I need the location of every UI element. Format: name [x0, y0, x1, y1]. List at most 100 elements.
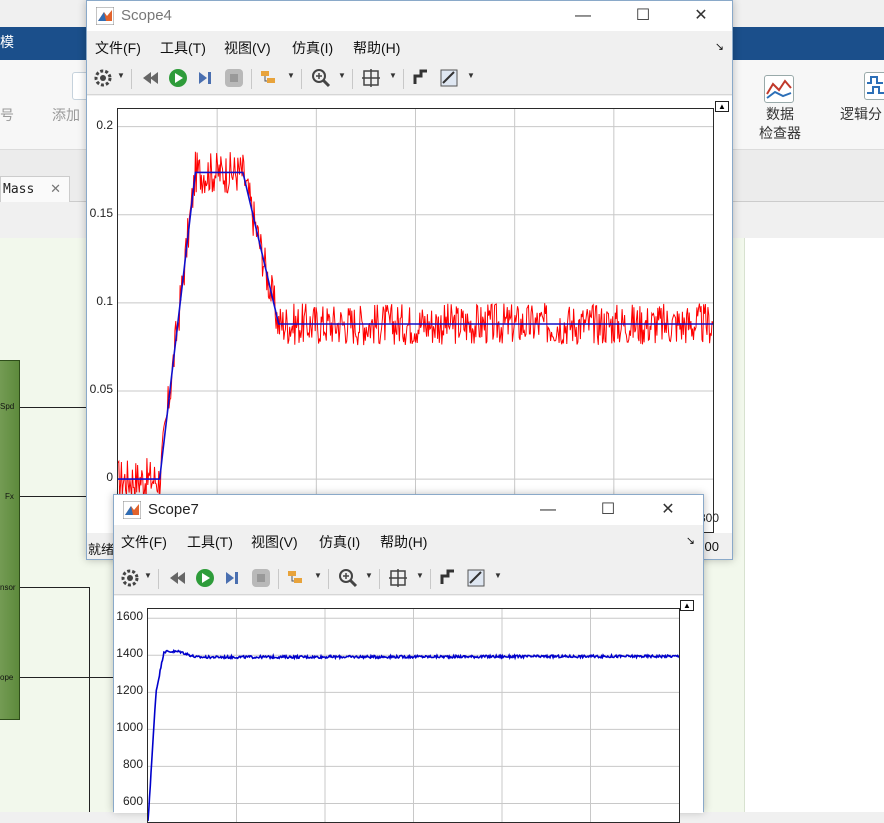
chevron-down-icon[interactable]: ▼: [389, 71, 397, 80]
y-tick-label: 600: [122, 794, 143, 809]
y-tick-label: 800: [122, 757, 143, 772]
data-inspector-button[interactable]: 数据 检查器: [752, 105, 808, 143]
chevron-down-icon[interactable]: ▼: [365, 571, 373, 580]
port-label-spd: Spd: [0, 402, 15, 411]
menu-view[interactable]: 视图(V): [224, 38, 271, 58]
fit-to-view-icon[interactable]: [388, 568, 408, 588]
stop-icon[interactable]: [224, 68, 244, 88]
cursor-measure-icon[interactable]: [411, 68, 431, 88]
cursor-measure-icon[interactable]: [438, 568, 458, 588]
dock-icon[interactable]: ↘: [686, 534, 695, 547]
fit-to-view-icon[interactable]: [361, 68, 381, 88]
y-tick-label: 1600: [116, 609, 143, 624]
menu-simulation[interactable]: 仿真(I): [319, 532, 360, 552]
chevron-down-icon[interactable]: ▼: [338, 71, 346, 80]
scope4-titlebar[interactable]: Scope4 — ☐ ✕: [87, 1, 732, 31]
close-button[interactable]: ✕: [678, 3, 724, 29]
status-ready: 就绪: [88, 542, 115, 557]
run-icon[interactable]: [168, 68, 188, 88]
run-icon[interactable]: [195, 568, 215, 588]
scope4-window[interactable]: Scope4 — ☐ ✕ 文件(F) 工具(T) 视图(V) 仿真(I) 帮助(…: [86, 0, 733, 560]
data-inspector-line2: 检查器: [759, 125, 801, 141]
menu-view[interactable]: 视图(V): [251, 532, 298, 552]
y-tick-label: 0.1: [96, 293, 113, 308]
scope4-axes[interactable]: [117, 108, 714, 533]
model-tab-mass[interactable]: Mass ✕: [0, 176, 70, 202]
toolbar-divider: [352, 69, 353, 89]
y-tick-label: 0.2: [96, 117, 113, 132]
expand-icon[interactable]: ▲: [680, 600, 694, 611]
menu-tools[interactable]: 工具(T): [187, 532, 233, 552]
matlab-logo-icon: [96, 7, 114, 25]
menu-file[interactable]: 文件(F): [95, 38, 141, 58]
scope7-titlebar[interactable]: Scope7 — ☐ ✕: [114, 495, 703, 525]
step-forward-icon[interactable]: [223, 568, 243, 588]
highlight-icon[interactable]: [286, 568, 306, 588]
close-icon[interactable]: ✕: [50, 181, 61, 197]
scope7-plot-area: ▲ 1600 1400 1200 1000 800 600: [114, 596, 703, 823]
simulink-title: 模: [0, 34, 14, 50]
chevron-down-icon[interactable]: ▼: [467, 71, 475, 80]
menu-file[interactable]: 文件(F): [121, 532, 167, 552]
scope4-chart: [118, 109, 713, 532]
subsystem-block[interactable]: [0, 360, 20, 720]
data-inspector-icon[interactable]: [764, 75, 794, 103]
zoom-in-icon[interactable]: [311, 68, 331, 88]
chevron-down-icon[interactable]: ▼: [287, 71, 295, 80]
scope7-toolbar: ▼ ▼ ▼ ▼ ▼: [114, 561, 703, 595]
toolbar-divider: [403, 69, 404, 89]
y-tick-label: 0: [106, 470, 113, 485]
logic-analyzer-icon[interactable]: [864, 72, 884, 100]
toolbar-divider: [379, 569, 380, 589]
menu-help[interactable]: 帮助(H): [353, 38, 400, 58]
dock-icon[interactable]: ↘: [715, 40, 724, 53]
settings-icon[interactable]: [93, 68, 113, 88]
scope7-axes[interactable]: [147, 608, 680, 823]
signal-line: [20, 407, 90, 408]
signal-line: [89, 587, 90, 812]
menu-simulation[interactable]: 仿真(I): [292, 38, 333, 58]
ribbon-item-fragment[interactable]: 号: [0, 105, 14, 125]
chevron-down-icon[interactable]: ▼: [416, 571, 424, 580]
expand-icon[interactable]: ▲: [715, 101, 729, 112]
toolbar-divider: [278, 569, 279, 589]
menu-tools[interactable]: 工具(T): [160, 38, 206, 58]
y-tick-label: 0.05: [89, 382, 113, 396]
triggers-icon[interactable]: [439, 68, 459, 88]
logic-analyzer-button[interactable]: 逻辑分: [840, 105, 882, 124]
signal-line: [20, 587, 90, 588]
settings-icon[interactable]: [120, 568, 140, 588]
model-tab-label: Mass: [3, 182, 35, 197]
scope4-title: Scope4: [121, 7, 172, 24]
rewind-icon[interactable]: [167, 568, 187, 588]
chevron-down-icon[interactable]: ▼: [117, 71, 125, 80]
rewind-icon[interactable]: [140, 68, 160, 88]
triggers-icon[interactable]: [466, 568, 486, 588]
minimize-button[interactable]: —: [525, 497, 571, 523]
zoom-in-icon[interactable]: [338, 568, 358, 588]
data-inspector-line1: 数据: [766, 106, 794, 122]
scope7-title: Scope7: [148, 501, 199, 518]
menu-help[interactable]: 帮助(H): [380, 532, 427, 552]
maximize-button[interactable]: ☐: [585, 497, 631, 523]
highlight-icon[interactable]: [259, 68, 279, 88]
scope7-window[interactable]: Scope7 — ☐ ✕ 文件(F) 工具(T) 视图(V) 仿真(I) 帮助(…: [113, 494, 704, 823]
step-forward-icon[interactable]: [196, 68, 216, 88]
toolbar-divider: [131, 69, 132, 89]
chevron-down-icon[interactable]: ▼: [494, 571, 502, 580]
y-tick-label: 1000: [116, 720, 143, 735]
toolbar-divider: [251, 69, 252, 89]
close-button[interactable]: ✕: [645, 497, 691, 523]
chevron-down-icon[interactable]: ▼: [144, 571, 152, 580]
scope7-menubar: 文件(F) 工具(T) 视图(V) 仿真(I) 帮助(H) ↘: [114, 525, 703, 555]
y-tick-label: 0.15: [89, 205, 113, 220]
y-tick-label: 1400: [116, 646, 143, 661]
chevron-down-icon[interactable]: ▼: [314, 571, 322, 580]
port-label-scope: ope: [0, 673, 14, 682]
toolbar-divider: [158, 569, 159, 589]
maximize-button[interactable]: ☐: [620, 3, 666, 29]
stop-icon[interactable]: [251, 568, 271, 588]
toolbar-divider: [430, 569, 431, 589]
port-label-sensor: nsor: [0, 583, 16, 592]
minimize-button[interactable]: —: [560, 3, 606, 29]
